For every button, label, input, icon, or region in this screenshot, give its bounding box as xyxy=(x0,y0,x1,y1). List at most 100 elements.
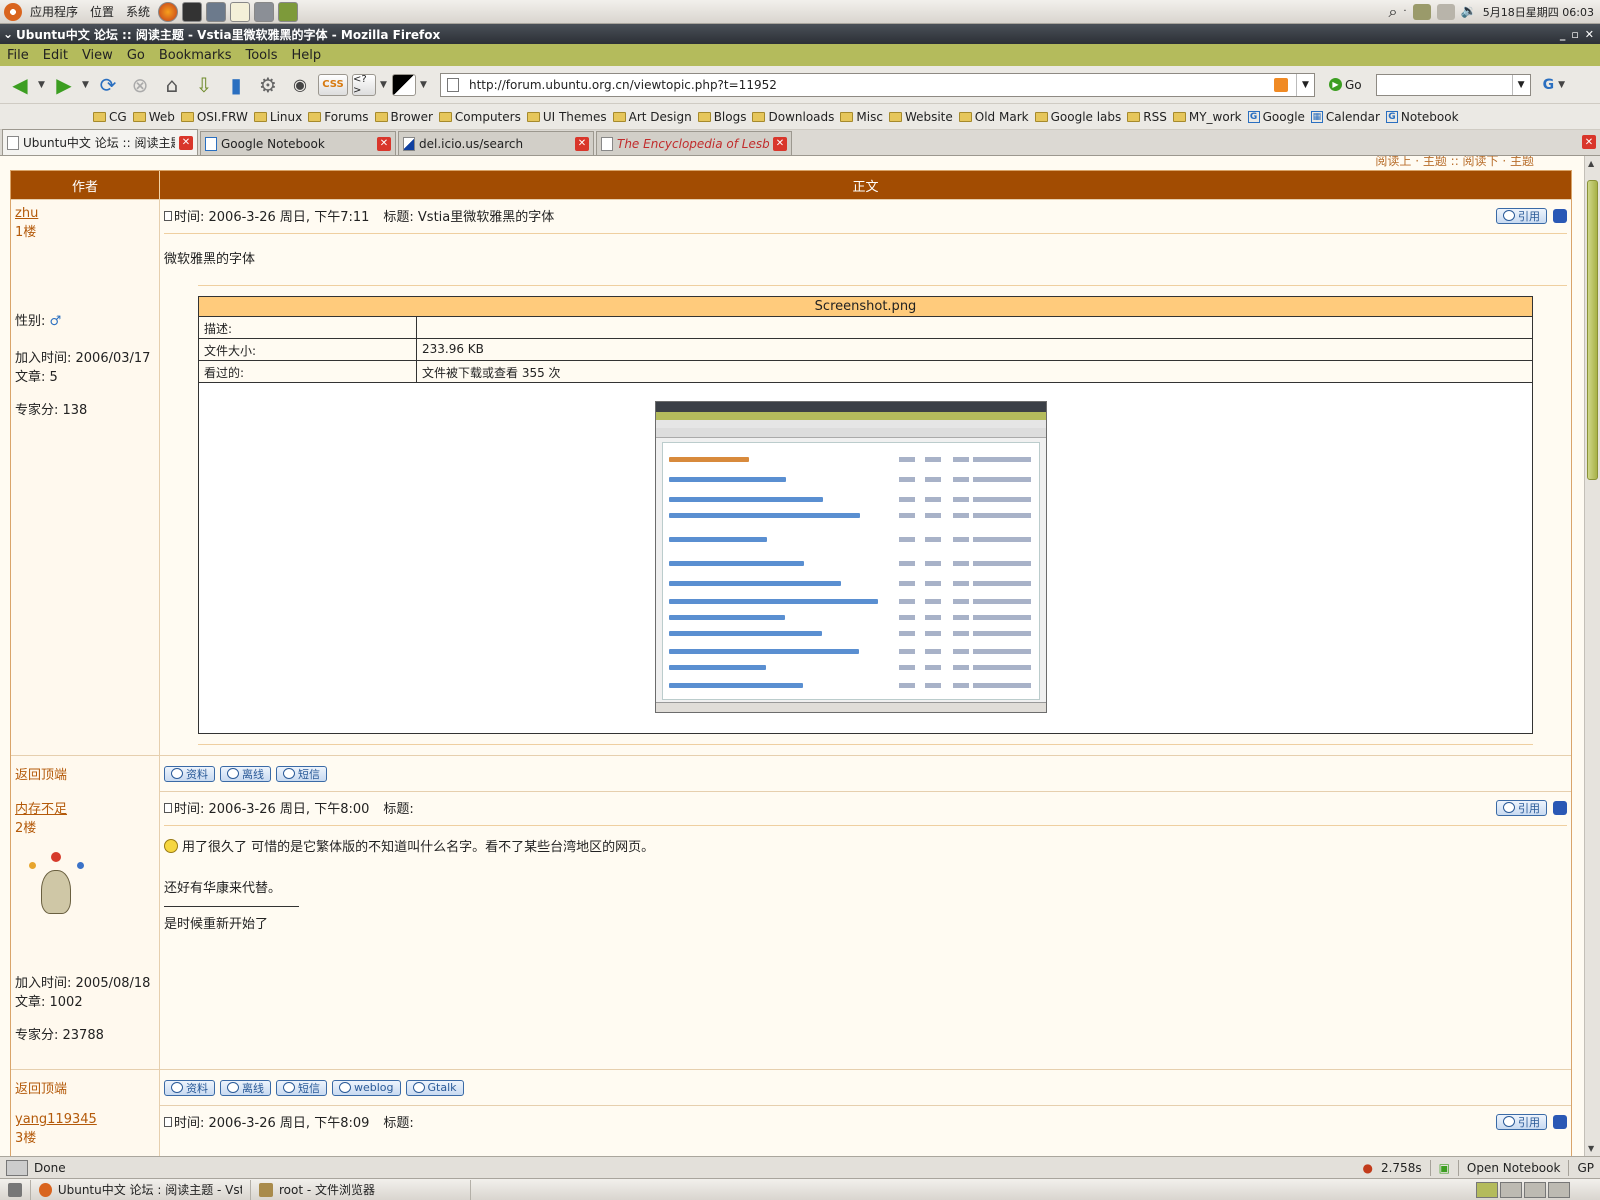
bookmark-computers[interactable]: Computers xyxy=(436,110,524,124)
menu-edit[interactable]: Edit xyxy=(36,48,75,63)
printer-icon[interactable] xyxy=(1436,3,1455,20)
workspace-1[interactable] xyxy=(1476,1181,1498,1198)
reload-icon[interactable]: ⟳ xyxy=(94,71,122,99)
tab-delicious[interactable]: del.icio.us/search ✕ xyxy=(398,131,594,155)
search-engine-dropdown-icon[interactable]: ▼ xyxy=(1558,80,1566,90)
quote-button[interactable]: 引用 xyxy=(1496,1113,1547,1130)
close-tab-icon[interactable]: ✕ xyxy=(773,136,787,151)
maximize-icon[interactable]: ▫ xyxy=(1571,28,1578,41)
bookmark-art-design[interactable]: Art Design xyxy=(610,110,695,124)
gear-icon[interactable]: ⚙ xyxy=(254,71,282,99)
close-current-tab-icon[interactable]: ✕ xyxy=(1582,135,1596,149)
search-dropdown-icon[interactable]: ▼ xyxy=(1511,74,1530,95)
menu-tools[interactable]: Tools xyxy=(238,48,284,63)
ubuntu-logo-icon[interactable] xyxy=(4,2,22,21)
url-bar[interactable]: http://forum.ubuntu.org.cn/viewtopic.php… xyxy=(440,72,1315,97)
taskbar-item-file-browser[interactable]: root - 文件浏览器 xyxy=(251,1179,471,1200)
image-viewer-launcher-icon[interactable] xyxy=(254,1,275,22)
menu-bookmarks[interactable]: Bookmarks xyxy=(152,48,239,63)
terminal-launcher-icon[interactable] xyxy=(182,1,203,22)
rss-feed-icon[interactable] xyxy=(1274,77,1288,92)
fasterfox-icon[interactable]: ● xyxy=(1362,1161,1372,1175)
tab-ubuntu-forum[interactable]: Ubuntu中文 论坛 :: 阅读主题... ✕ xyxy=(2,129,198,155)
bookmark-linux[interactable]: Linux xyxy=(251,110,305,124)
page-scrollbar[interactable]: ▲ ▼ xyxy=(1584,156,1600,1156)
gp-indicator[interactable]: GP xyxy=(1577,1161,1594,1175)
menu-view[interactable]: View xyxy=(75,48,120,63)
back-arrow-icon[interactable]: ◀ xyxy=(6,71,34,99)
forward-history-dropdown-icon[interactable]: ▼ xyxy=(82,80,90,90)
workspace-2[interactable] xyxy=(1500,1181,1522,1198)
pm-button[interactable]: 短信 xyxy=(276,765,327,782)
validator-dropdown-icon[interactable]: ▼ xyxy=(380,80,388,90)
color-dropdown-icon[interactable]: ▼ xyxy=(420,80,428,90)
notebook-icon[interactable]: ▣ xyxy=(1439,1161,1450,1175)
bookmark-brower[interactable]: Brower xyxy=(372,110,436,124)
downloads-icon[interactable]: ⇩ xyxy=(190,71,218,99)
url-text[interactable]: http://forum.ubuntu.org.cn/viewtopic.php… xyxy=(469,78,777,92)
bookmark-calendar[interactable]: ▦ Calendar xyxy=(1308,110,1383,124)
google-search-icon[interactable]: G xyxy=(1543,77,1555,93)
back-history-dropdown-icon[interactable]: ▼ xyxy=(38,80,46,90)
close-tab-icon[interactable]: ✕ xyxy=(575,136,589,151)
computer-launcher-icon[interactable] xyxy=(206,1,227,22)
close-tab-icon[interactable]: ✕ xyxy=(377,136,391,151)
search-icon[interactable]: ⌕ xyxy=(1388,2,1397,22)
profile-button[interactable]: 资料 xyxy=(164,765,215,782)
offline-button[interactable]: 离线 xyxy=(220,765,271,782)
scroll-down-icon[interactable]: ▼ xyxy=(1588,1144,1594,1153)
show-desktop-button[interactable] xyxy=(0,1179,31,1200)
tab-google-notebook[interactable]: Google Notebook ✕ xyxy=(200,131,396,155)
open-notebook-link[interactable]: Open Notebook xyxy=(1467,1161,1561,1175)
stop-icon[interactable]: ⊗ xyxy=(126,71,154,99)
menu-places[interactable]: 位置 xyxy=(84,3,120,20)
window-menu-chevron-icon[interactable]: ⌄ xyxy=(0,27,16,41)
volume-icon[interactable]: 🔉 xyxy=(1461,4,1477,19)
bookmark-cg[interactable]: CG xyxy=(90,110,130,124)
offline-button[interactable]: 离线 xyxy=(220,1079,271,1096)
bookmark-my-work[interactable]: MY_work xyxy=(1170,110,1245,124)
quote-button[interactable]: 引用 xyxy=(1496,207,1547,224)
ip-icon[interactable] xyxy=(1553,208,1567,223)
close-tab-icon[interactable]: ✕ xyxy=(179,135,193,150)
home-icon[interactable]: ⌂ xyxy=(158,71,186,99)
text-editor-launcher-icon[interactable] xyxy=(230,1,251,22)
bookmark-old-mark[interactable]: Old Mark xyxy=(956,110,1032,124)
taskbar-item-firefox[interactable]: Ubuntu中文 论坛 : 阅读主题 - Vsti... xyxy=(31,1179,251,1200)
color-picker-icon[interactable] xyxy=(392,73,416,96)
menu-applications[interactable]: 应用程序 xyxy=(24,3,84,20)
menu-file[interactable]: File xyxy=(0,48,36,63)
profile-button[interactable]: 资料 xyxy=(164,1079,215,1096)
search-input[interactable]: ▼ xyxy=(1375,73,1531,96)
ip-icon[interactable] xyxy=(1553,1114,1567,1129)
menu-system[interactable]: 系统 xyxy=(120,3,156,20)
bookmark-google-labs[interactable]: Google labs xyxy=(1032,110,1125,124)
bookmark-sidebar-icon[interactable]: ▮ xyxy=(222,71,250,99)
dictionary-launcher-icon[interactable] xyxy=(278,1,299,22)
bookmark-web[interactable]: Web xyxy=(130,110,178,124)
gtalk-button[interactable]: Gtalk xyxy=(405,1079,464,1096)
bookmark-downloads[interactable]: Downloads xyxy=(749,110,837,124)
back-to-top-link[interactable]: 返回顶端 xyxy=(15,1078,67,1097)
scroll-up-icon[interactable]: ▲ xyxy=(1588,159,1594,168)
window-title-bar[interactable]: ⌄ Ubuntu中文 论坛 :: 阅读主题 - Vstia里微软雅黑的字体 - … xyxy=(0,24,1600,44)
css-button[interactable]: CSS xyxy=(318,73,348,96)
firefox-launcher-icon[interactable] xyxy=(158,1,179,22)
bookmark-rss[interactable]: RSS xyxy=(1124,110,1170,124)
workspace-4[interactable] xyxy=(1548,1181,1570,1198)
author-username[interactable]: 内存不足 xyxy=(15,798,155,817)
update-notifier-icon[interactable] xyxy=(1412,3,1431,20)
bookmark-misc[interactable]: Misc xyxy=(837,110,886,124)
menu-help[interactable]: Help xyxy=(285,48,329,63)
tab-encyclopedia[interactable]: The Encyclopedia of Lesbia... ✕ xyxy=(596,131,792,155)
bookmark-website[interactable]: Website xyxy=(886,110,956,124)
url-history-dropdown-icon[interactable]: ▼ xyxy=(1296,73,1314,96)
menu-go[interactable]: Go xyxy=(120,48,152,63)
bookmark-forums[interactable]: Forums xyxy=(305,110,371,124)
author-username[interactable]: yang119345 xyxy=(15,1112,155,1127)
bookmark-notebook[interactable]: G Notebook xyxy=(1383,110,1462,124)
connection-status-icon[interactable] xyxy=(6,1159,28,1176)
weblog-button[interactable]: weblog xyxy=(332,1079,401,1096)
bookmark-ui-themes[interactable]: UI Themes xyxy=(524,110,610,124)
html-validator-icon[interactable]: <?> xyxy=(352,73,376,96)
